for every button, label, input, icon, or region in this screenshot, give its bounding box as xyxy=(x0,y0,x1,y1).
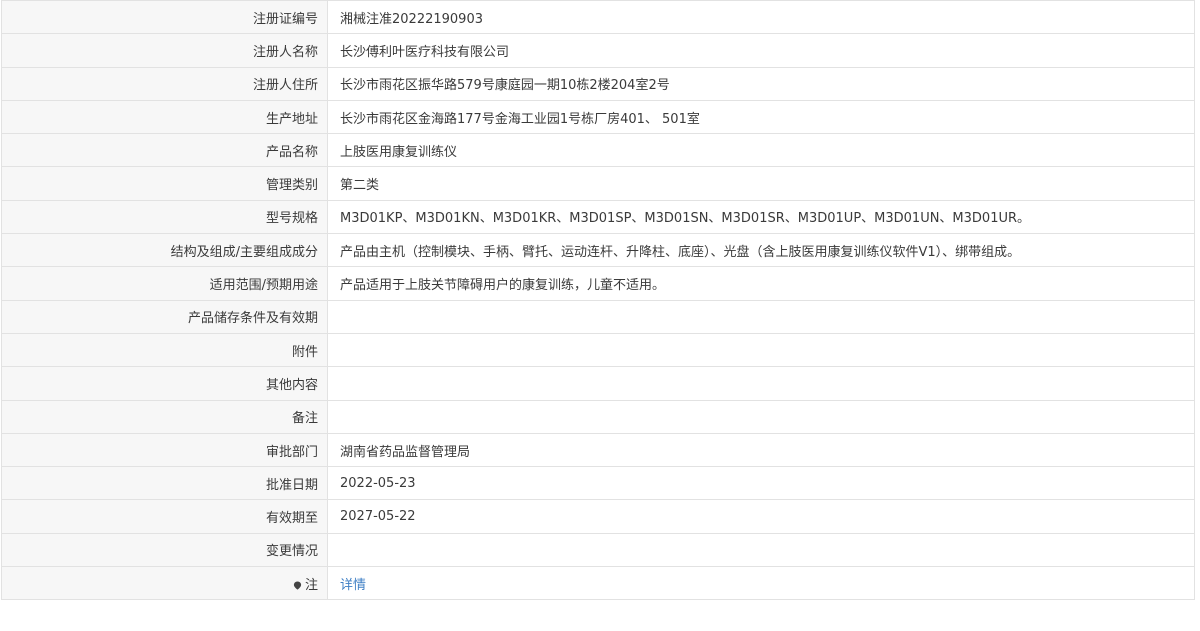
row-value: 上肢医用康复训练仪 xyxy=(327,133,1195,168)
table-row: 适用范围/预期用途 产品适用于上肢关节障碍用户的康复训练，儿童不适用。 xyxy=(1,266,1195,301)
row-value: 2027-05-22 xyxy=(327,499,1195,534)
table-row: 产品储存条件及有效期 xyxy=(1,299,1195,334)
row-value xyxy=(327,399,1195,434)
row-label: 管理类别 xyxy=(1,166,328,201)
row-label: 结构及组成/主要组成成分 xyxy=(1,233,328,268)
row-label: 注册证编号 xyxy=(1,0,328,35)
table-row: 产品名称 上肢医用康复训练仪 xyxy=(1,133,1195,168)
row-label: 注册人名称 xyxy=(1,33,328,68)
row-value: 长沙傅利叶医疗科技有限公司 xyxy=(327,33,1195,68)
table-row: 批准日期 2022-05-23 xyxy=(1,466,1195,501)
row-value: 产品适用于上肢关节障碍用户的康复训练，儿童不适用。 xyxy=(327,266,1195,301)
table-row: 审批部门 湖南省药品监督管理局 xyxy=(1,432,1195,468)
table-row: 有效期至 2027-05-22 xyxy=(1,499,1195,534)
row-value: 长沙市雨花区金海路177号金海工业园1号栋厂房401、 501室 xyxy=(327,99,1195,135)
table-row: 注册人住所 长沙市雨花区振华路579号康庭园一期10栋2楼204室2号 xyxy=(1,66,1195,101)
table-row: 备注 xyxy=(1,399,1195,434)
row-label: 产品储存条件及有效期 xyxy=(1,299,328,334)
table-row: 结构及组成/主要组成成分 产品由主机（控制模块、手柄、臂托、运动连杆、升降柱、底… xyxy=(1,233,1195,268)
row-value xyxy=(327,332,1195,368)
table-row: 注册证编号 湘械注准20222190903 xyxy=(1,0,1195,35)
table-row: 其他内容 xyxy=(1,366,1195,401)
row-value: 2022-05-23 xyxy=(327,466,1195,501)
row-label: 其他内容 xyxy=(1,366,328,401)
row-label: 有效期至 xyxy=(1,499,328,534)
details-link[interactable]: 详情 xyxy=(340,578,366,593)
registration-info-table: 注册证编号 湘械注准20222190903 注册人名称 长沙傅利叶医疗科技有限公… xyxy=(1,0,1195,601)
note-row: 注 详情 xyxy=(1,566,1195,601)
table-row: 型号规格 M3D01KP、M3D01KN、M3D01KR、M3D01SP、M3D… xyxy=(1,199,1195,235)
row-value: M3D01KP、M3D01KN、M3D01KR、M3D01SP、M3D01SN、… xyxy=(327,199,1195,235)
row-label: 备注 xyxy=(1,399,328,434)
table-row: 变更情况 xyxy=(1,532,1195,568)
row-label: 产品名称 xyxy=(1,133,328,168)
note-label: 注 xyxy=(304,577,318,593)
row-label: 注册人住所 xyxy=(1,66,328,101)
row-value xyxy=(327,299,1195,334)
row-label: 审批部门 xyxy=(1,432,328,468)
row-value: 长沙市雨花区振华路579号康庭园一期10栋2楼204室2号 xyxy=(327,66,1195,101)
note-label-cell: 注 xyxy=(1,566,328,601)
row-label: 适用范围/预期用途 xyxy=(1,266,328,301)
row-value: 湖南省药品监督管理局 xyxy=(327,432,1195,468)
registration-detail-panel: 注册证编号 湘械注准20222190903 注册人名称 长沙傅利叶医疗科技有限公… xyxy=(1,0,1195,601)
table-row: 注册人名称 长沙傅利叶医疗科技有限公司 xyxy=(1,33,1195,68)
table-row: 附件 xyxy=(1,332,1195,368)
row-value: 湘械注准20222190903 xyxy=(327,0,1195,35)
table-row: 生产地址 长沙市雨花区金海路177号金海工业园1号栋厂房401、 501室 xyxy=(1,99,1195,135)
row-value: 产品由主机（控制模块、手柄、臂托、运动连杆、升降柱、底座）、光盘（含上肢医用康复… xyxy=(327,233,1195,268)
row-label: 批准日期 xyxy=(1,466,328,501)
row-value xyxy=(327,532,1195,568)
note-value-cell: 详情 xyxy=(327,566,1195,601)
row-value xyxy=(327,366,1195,401)
row-label: 型号规格 xyxy=(1,199,328,235)
row-label: 生产地址 xyxy=(1,99,328,135)
table-row: 管理类别 第二类 xyxy=(1,166,1195,201)
row-value: 第二类 xyxy=(327,166,1195,201)
row-label: 附件 xyxy=(1,332,328,368)
row-label: 变更情况 xyxy=(1,532,328,568)
location-pin-icon xyxy=(293,581,302,590)
